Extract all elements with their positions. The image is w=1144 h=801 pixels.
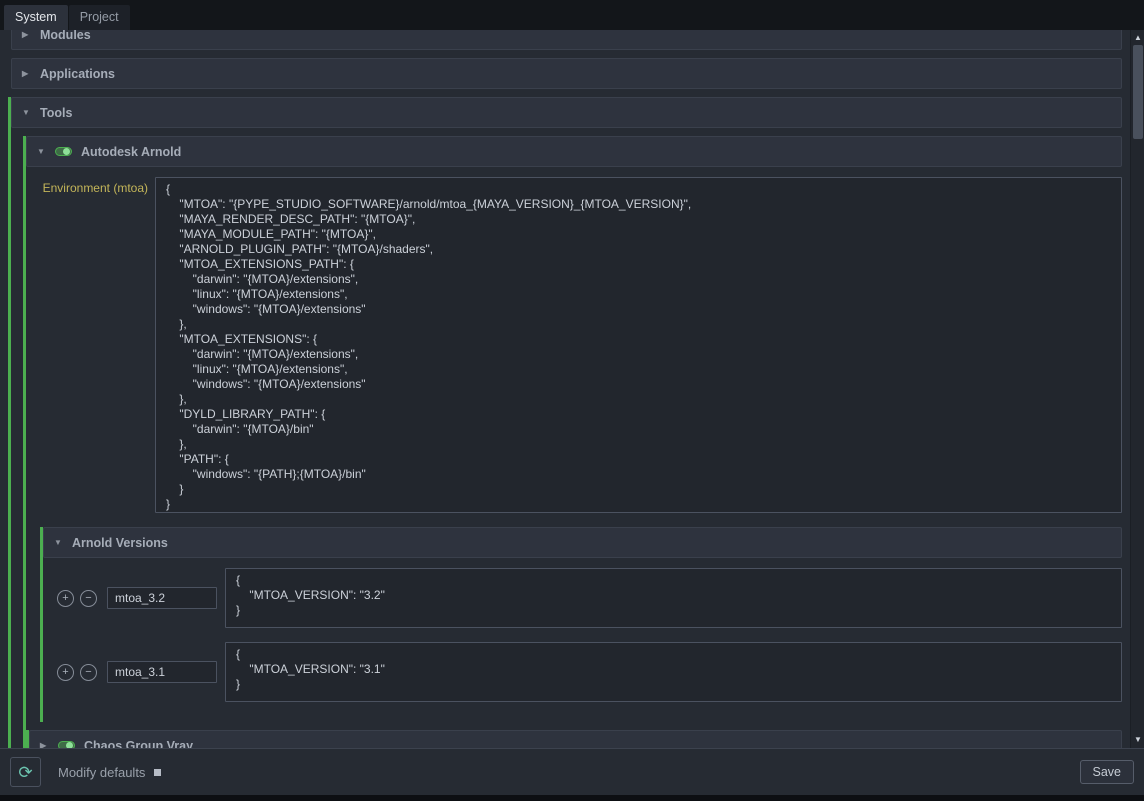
scroll-up-arrow-icon[interactable]: ▲ <box>1131 32 1144 44</box>
tool-enabled-toggle[interactable] <box>55 147 72 156</box>
section-arnold-versions: ▼ Arnold Versions + − { <box>40 527 1122 722</box>
section-label: Tools <box>40 106 72 120</box>
modify-defaults: Modify defaults <box>58 765 161 780</box>
tab-bar: System Project <box>0 0 1144 30</box>
section-applications: ▶ Applications <box>8 58 1122 89</box>
section-label: Applications <box>40 67 115 81</box>
version-json-textarea[interactable]: { "MTOA_VERSION": "3.1" } <box>225 642 1122 702</box>
section-header-applications[interactable]: ▶ Applications <box>11 58 1122 89</box>
section-label: Modules <box>40 30 91 42</box>
environment-json-textarea[interactable]: { "MTOA": "{PYPE_STUDIO_SOFTWARE}/arnold… <box>155 177 1122 513</box>
settings-scroll-area: ▶ Modules ▶ Applications ▼ Tools <box>0 30 1144 748</box>
scrollbar-thumb[interactable] <box>1133 45 1143 139</box>
modify-defaults-label: Modify defaults <box>58 765 145 780</box>
footer-bar: ⟳ Modify defaults Save <box>0 748 1144 795</box>
section-tools: ▼ Tools ▼ Autodesk Arnold <box>8 97 1122 748</box>
section-header-chaos-group-vray[interactable]: ▶ Chaos Group Vray <box>29 730 1122 748</box>
section-header-arnold-versions[interactable]: ▼ Arnold Versions <box>43 527 1122 558</box>
scrollbar[interactable]: ▲ ▼ <box>1130 30 1144 748</box>
refresh-button[interactable]: ⟳ <box>10 757 41 787</box>
version-row: + − { "MTOA_VERSION": "3.2" } <box>57 568 1122 628</box>
section-label: Arnold Versions <box>72 536 168 550</box>
version-json-textarea[interactable]: { "MTOA_VERSION": "3.2" } <box>225 568 1122 628</box>
chevron-down-icon: ▼ <box>22 109 31 117</box>
section-modules: ▶ Modules <box>8 30 1122 50</box>
add-version-button[interactable]: + <box>57 590 74 607</box>
chevron-right-icon: ▶ <box>22 70 31 78</box>
section-header-autodesk-arnold[interactable]: ▼ Autodesk Arnold <box>26 136 1122 167</box>
version-key-input[interactable] <box>107 661 217 683</box>
arnold-versions-body: + − { "MTOA_VERSION": "3.2" } + − <box>43 558 1122 722</box>
chevron-down-icon: ▼ <box>37 148 46 156</box>
section-chaos-group-vray: ▶ Chaos Group Vray <box>26 730 1122 748</box>
chevron-right-icon: ▶ <box>22 31 31 39</box>
tool-enabled-toggle[interactable] <box>58 741 75 748</box>
save-button[interactable]: Save <box>1080 760 1135 784</box>
tool-label: Autodesk Arnold <box>81 145 181 159</box>
tool-label: Chaos Group Vray <box>84 739 193 749</box>
arnold-body: Environment (mtoa) { "MTOA": "{PYPE_STUD… <box>26 177 1122 748</box>
remove-version-button[interactable]: − <box>80 664 97 681</box>
settings-content: ▶ Modules ▶ Applications ▼ Tools <box>0 30 1130 748</box>
chevron-down-icon: ▼ <box>54 539 63 547</box>
modify-defaults-checkbox[interactable] <box>154 769 161 776</box>
environment-row: Environment (mtoa) { "MTOA": "{PYPE_STUD… <box>40 177 1122 513</box>
section-header-tools[interactable]: ▼ Tools <box>11 97 1122 128</box>
remove-version-button[interactable]: − <box>80 590 97 607</box>
environment-label: Environment (mtoa) <box>40 177 148 195</box>
scroll-down-arrow-icon[interactable]: ▼ <box>1131 734 1144 746</box>
section-header-modules[interactable]: ▶ Modules <box>11 30 1122 50</box>
tab-project[interactable]: Project <box>69 5 130 30</box>
tools-body: ▼ Autodesk Arnold Environment (mtoa) { "… <box>11 128 1122 748</box>
add-version-button[interactable]: + <box>57 664 74 681</box>
tab-system[interactable]: System <box>4 5 68 30</box>
version-key-input[interactable] <box>107 587 217 609</box>
section-autodesk-arnold: ▼ Autodesk Arnold Environment (mtoa) { "… <box>23 136 1122 748</box>
version-row: + − { "MTOA_VERSION": "3.1" } <box>57 642 1122 702</box>
settings-window: System Project ▶ Modules ▶ Applications <box>0 0 1144 801</box>
